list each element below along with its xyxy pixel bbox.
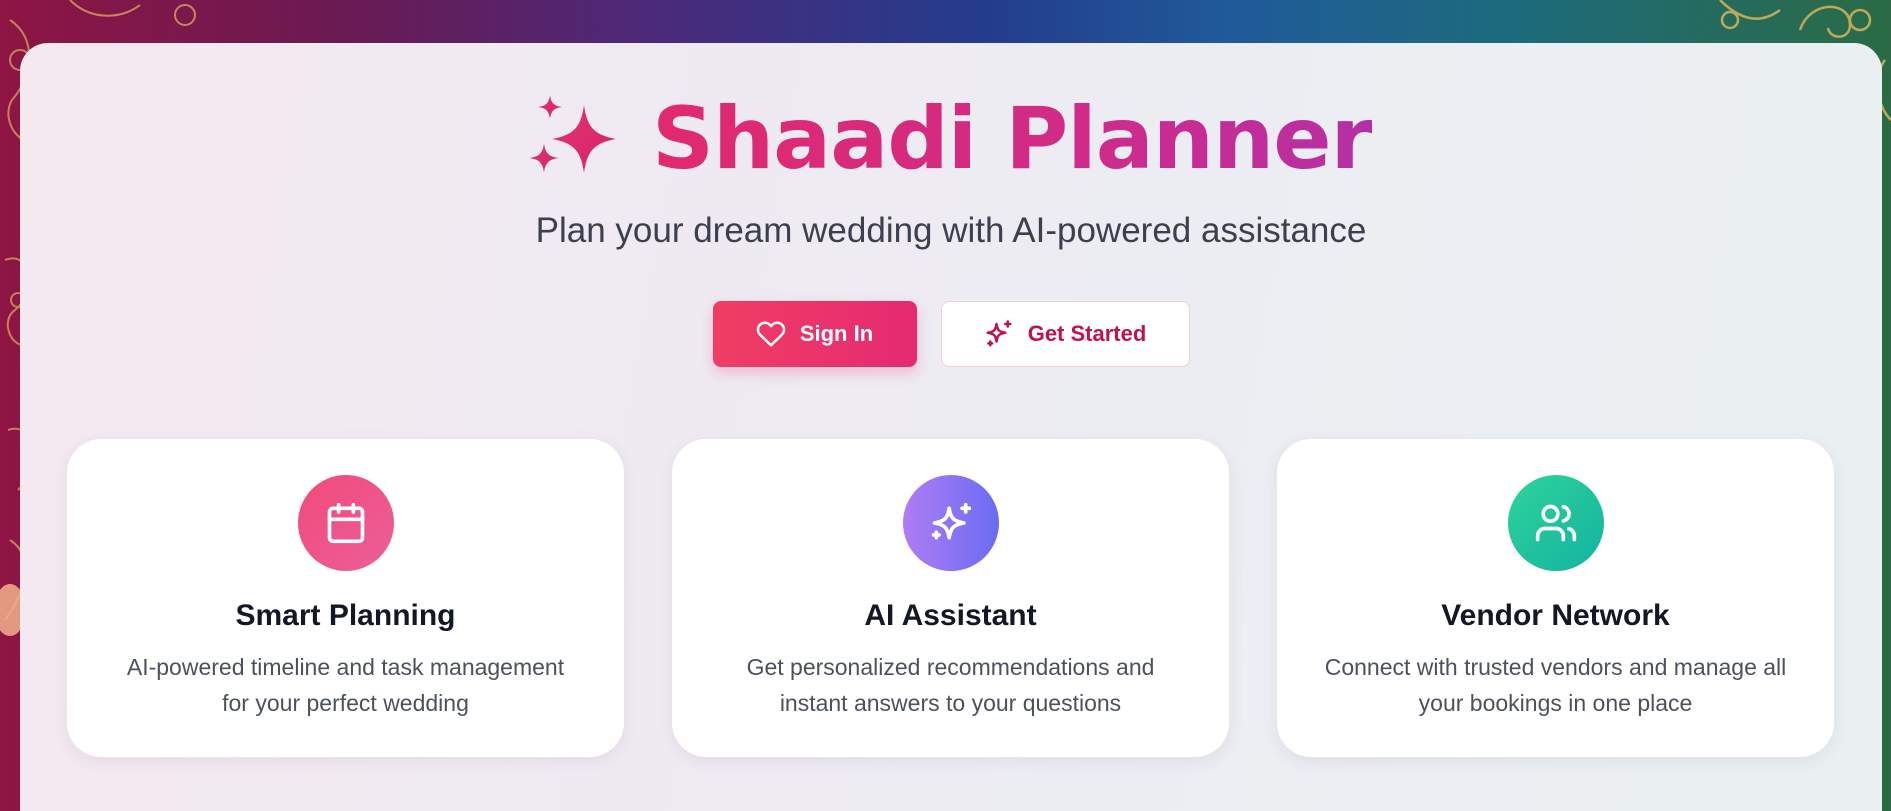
heart-icon bbox=[756, 321, 786, 347]
get-started-button[interactable]: Get Started bbox=[940, 301, 1190, 367]
feature-card-vendor-network: Vendor Network Connect with trusted vend… bbox=[1277, 439, 1834, 757]
sparkles-icon bbox=[530, 95, 617, 173]
users-icon bbox=[1535, 504, 1576, 542]
title-row: Shaadi Planner bbox=[20, 93, 1882, 185]
feature-card-smart-planning: Smart Planning AI-powered timeline and t… bbox=[67, 439, 624, 757]
sign-in-button[interactable]: Sign In bbox=[712, 301, 917, 367]
sign-in-label: Sign In bbox=[799, 321, 874, 346]
hero-panel: Shaadi Planner Plan your dream wedding w… bbox=[20, 43, 1882, 811]
page-subtitle: Plan your dream wedding with AI-powered … bbox=[535, 211, 1367, 250]
ai-assistant-icon-badge bbox=[902, 475, 999, 571]
sparkles-icon bbox=[931, 502, 971, 540]
sparkles-icon bbox=[986, 320, 1012, 347]
calendar-icon bbox=[327, 502, 364, 544]
feature-description: Connect with trusted vendors and manage … bbox=[1317, 649, 1794, 721]
vendor-network-icon-badge bbox=[1507, 475, 1604, 571]
page-title: Shaadi Planner bbox=[652, 89, 1373, 189]
smart-planning-icon-badge bbox=[297, 475, 394, 571]
feature-description-line: your bookings in one place bbox=[1418, 690, 1693, 716]
feature-description: Get personalized recommendations and ins… bbox=[712, 649, 1189, 721]
get-started-label: Get Started bbox=[1027, 321, 1147, 346]
feature-title: AI Assistant bbox=[864, 599, 1037, 632]
feature-description-line: AI-powered timeline and task management bbox=[126, 654, 565, 680]
feature-cards: Smart Planning AI-powered timeline and t… bbox=[67, 439, 1834, 757]
feature-description-line: instant answers to your questions bbox=[779, 690, 1122, 716]
feature-description-line: Connect with trusted vendors and manage … bbox=[1324, 654, 1787, 680]
feature-description-line: Get personalized recommendations and bbox=[746, 654, 1155, 680]
action-buttons: Sign In Get Started bbox=[20, 301, 1882, 367]
feature-description: AI-powered timeline and task management … bbox=[107, 649, 584, 721]
background-ornament-top bbox=[60, 0, 260, 43]
feature-card-ai-assistant: AI Assistant Get personalized recommenda… bbox=[672, 439, 1229, 757]
feature-title: Smart Planning bbox=[235, 599, 456, 632]
feature-description-line: for your perfect wedding bbox=[222, 690, 469, 716]
feature-title: Vendor Network bbox=[1441, 599, 1670, 632]
